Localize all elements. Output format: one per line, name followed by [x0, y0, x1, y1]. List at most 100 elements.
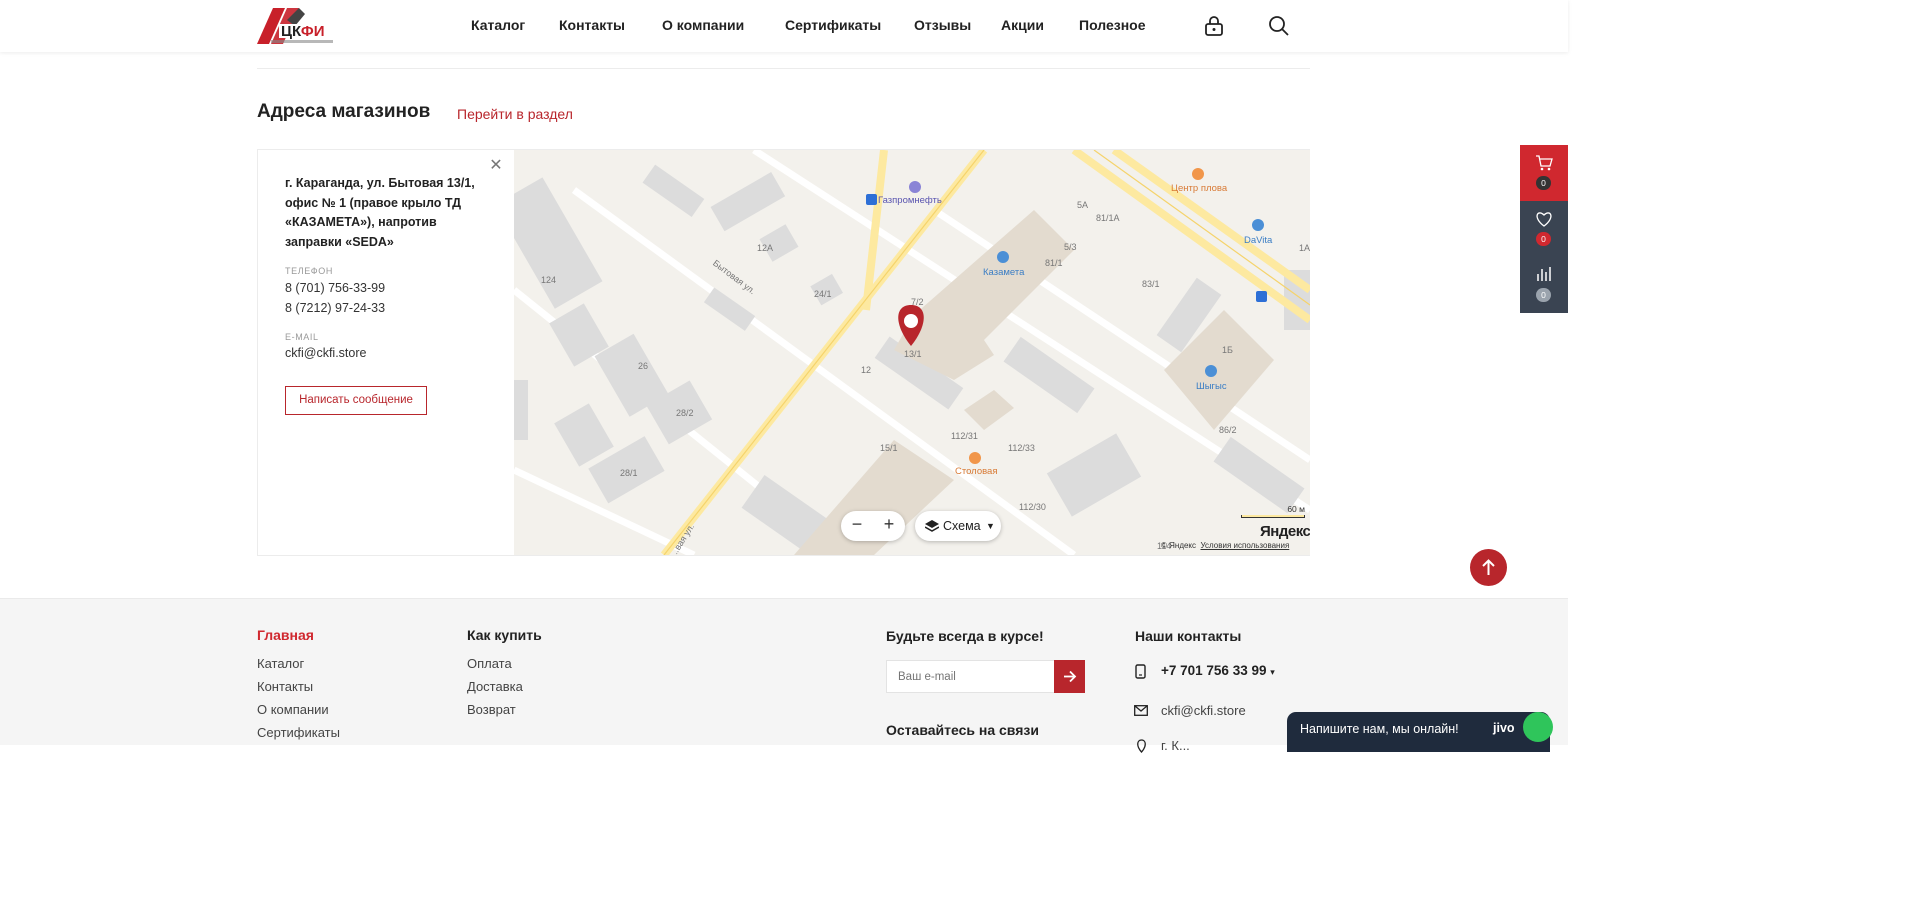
- map-scale: 60 м: [1241, 504, 1305, 518]
- nav-item-0[interactable]: Каталог: [471, 17, 525, 33]
- footer-link-contacts[interactable]: Контакты: [257, 679, 313, 694]
- zoom-in-button[interactable]: +: [873, 514, 905, 535]
- map-poi-shygys[interactable]: Шыгыс: [1196, 381, 1227, 392]
- favorites-count: 0: [1536, 232, 1551, 246]
- section-title: Адреса магазинов: [257, 101, 431, 122]
- map-poi-stolovaya[interactable]: Столовая: [955, 466, 997, 477]
- social-title: Оставайтесь на связи: [886, 722, 1039, 738]
- chevron-down-icon: ▼: [986, 521, 995, 531]
- footer-link-delivery[interactable]: Доставка: [467, 679, 523, 694]
- map-house-number: 12А: [757, 243, 774, 253]
- footer-home-link[interactable]: Главная: [257, 627, 314, 643]
- zoom-out-button[interactable]: −: [841, 514, 873, 535]
- chat-status-icon: [1523, 712, 1553, 742]
- map-house-number: 12: [861, 365, 872, 375]
- company-logo[interactable]: ЦКФИ: [257, 6, 337, 46]
- map-house-number: 28/2: [676, 408, 694, 418]
- compare-chart-icon: [1536, 266, 1552, 287]
- subscribe-email-input[interactable]: [886, 660, 1054, 693]
- footer-email[interactable]: ckfi@ckfi.store: [1161, 703, 1246, 718]
- map-poi-centr-plova[interactable]: Центр плова: [1171, 183, 1227, 194]
- jivo-logo: jivo: [1493, 721, 1515, 735]
- footer-link-return[interactable]: Возврат: [467, 702, 516, 717]
- map-layer-button[interactable]: Схема ▼: [915, 511, 1001, 541]
- zoom-control: − +: [841, 511, 905, 541]
- store-card: ✕ г. Караганда, ул. Бытовая 13/1, офис №…: [257, 149, 1310, 556]
- write-message-button[interactable]: Написать сообщение: [285, 386, 427, 415]
- chevron-down-icon: ▾: [1270, 667, 1275, 677]
- cart-count: 0: [1536, 176, 1551, 190]
- cart-icon: [1535, 154, 1553, 177]
- store-phone-1[interactable]: 8 (701) 756-33-99: [285, 281, 385, 295]
- store-address: г. Караганда, ул. Бытовая 13/1, офис № 1…: [285, 176, 475, 249]
- heart-icon: [1535, 211, 1553, 232]
- map-house-number: 81/1: [1045, 258, 1063, 268]
- phone-label: ТЕЛЕФОН: [285, 266, 333, 276]
- nav-item-6[interactable]: Полезное: [1079, 17, 1146, 33]
- phone-icon: [1135, 664, 1146, 684]
- map-house-number: 1А: [1299, 243, 1310, 253]
- map-house-number: 7/2: [911, 297, 924, 307]
- footer-phone[interactable]: +7 701 756 33 99 ▾: [1161, 663, 1275, 678]
- footer-link-certificates[interactable]: Сертификаты: [257, 725, 340, 740]
- map-terms-link[interactable]: Условия использования: [1200, 541, 1289, 550]
- nav-item-5[interactable]: Акции: [1001, 17, 1044, 33]
- envelope-icon: [1134, 703, 1148, 721]
- map-house-number: 26: [638, 361, 649, 371]
- scroll-to-top-button[interactable]: [1470, 549, 1507, 586]
- map-house-number: 112/31: [951, 431, 978, 441]
- arrow-up-icon: [1482, 559, 1495, 575]
- site-header: ЦКФИ Каталог Контакты О компании Сертификат…: [0, 0, 1568, 52]
- store-map[interactable]: Газпромнефть Центр плова DaVita Казамета…: [514, 150, 1310, 555]
- map-house-number: 81/1А: [1096, 213, 1120, 223]
- footer-link-catalog[interactable]: Каталог: [257, 656, 304, 671]
- footer-how-to-buy-title[interactable]: Как купить: [467, 627, 542, 643]
- section-divider: [257, 68, 1310, 69]
- chat-prompt: Напишите нам, мы онлайн!: [1300, 722, 1459, 736]
- map-poi-gazprom[interactable]: Газпромнефть: [878, 195, 942, 206]
- contacts-title: Наши контакты: [1135, 628, 1242, 644]
- map-house-number: 112/33: [1008, 443, 1035, 453]
- footer-link-about[interactable]: О компании: [257, 702, 329, 717]
- footer-link-payment[interactable]: Оплата: [467, 656, 512, 671]
- map-house-number: 86/2: [1219, 425, 1237, 435]
- map-copyright: © Яндекс Условия использования: [1161, 541, 1290, 550]
- subscribe-submit-button[interactable]: [1054, 660, 1085, 693]
- nav-item-3[interactable]: Сертификаты: [785, 17, 881, 33]
- nav-item-2[interactable]: О компании: [662, 17, 744, 33]
- side-cart[interactable]: 0: [1520, 145, 1568, 201]
- nav-item-4[interactable]: Отзывы: [914, 17, 971, 33]
- layers-icon: [924, 511, 940, 552]
- yandex-logo[interactable]: Яндекс: [1260, 523, 1310, 540]
- map-house-number: 28/1: [620, 468, 638, 478]
- store-phone-2[interactable]: 8 (7212) 97-24-33: [285, 301, 385, 315]
- map-poi-davita[interactable]: DaVita: [1244, 235, 1272, 246]
- email-label: E-MAIL: [285, 332, 319, 342]
- search-icon[interactable]: [1268, 15, 1290, 37]
- footer-address: г. К...: [1161, 738, 1190, 753]
- map-house-number: 5А: [1077, 200, 1089, 210]
- map-house-number: 1Б: [1222, 345, 1233, 355]
- map-house-number: 124: [541, 275, 557, 285]
- map-house-number: 112/30: [1019, 502, 1046, 512]
- map-house-number: 5/3: [1064, 242, 1077, 252]
- location-pin-icon: [1136, 739, 1147, 758]
- subscribe-title: Будьте всегда в курсе!: [886, 628, 1044, 644]
- nav-item-1[interactable]: Контакты: [559, 17, 625, 33]
- map-house-number: 24/1: [814, 289, 832, 299]
- side-favorites[interactable]: 0: [1520, 201, 1568, 257]
- store-info-panel: ✕ г. Караганда, ул. Бытовая 13/1, офис №…: [258, 150, 514, 555]
- map-layer-label: Схема: [943, 519, 981, 533]
- map-house-number: 15/1: [880, 443, 898, 453]
- map-marker-house: 13/1: [904, 349, 922, 359]
- arrow-right-icon: [1064, 670, 1077, 683]
- side-compare[interactable]: 0: [1520, 257, 1568, 313]
- store-email[interactable]: ckfi@ckfi.store: [285, 346, 366, 360]
- close-icon[interactable]: ✕: [489, 158, 503, 174]
- go-to-section-link[interactable]: Перейти в раздел: [457, 106, 573, 122]
- lock-icon[interactable]: [1203, 15, 1225, 37]
- map-house-number: 83/1: [1142, 279, 1160, 289]
- online-chat-widget[interactable]: Напишите нам, мы онлайн! jivo: [1287, 712, 1553, 752]
- svg-text:ЦКФИ: ЦКФИ: [281, 23, 325, 40]
- map-poi-kazameta[interactable]: Казамета: [983, 267, 1024, 278]
